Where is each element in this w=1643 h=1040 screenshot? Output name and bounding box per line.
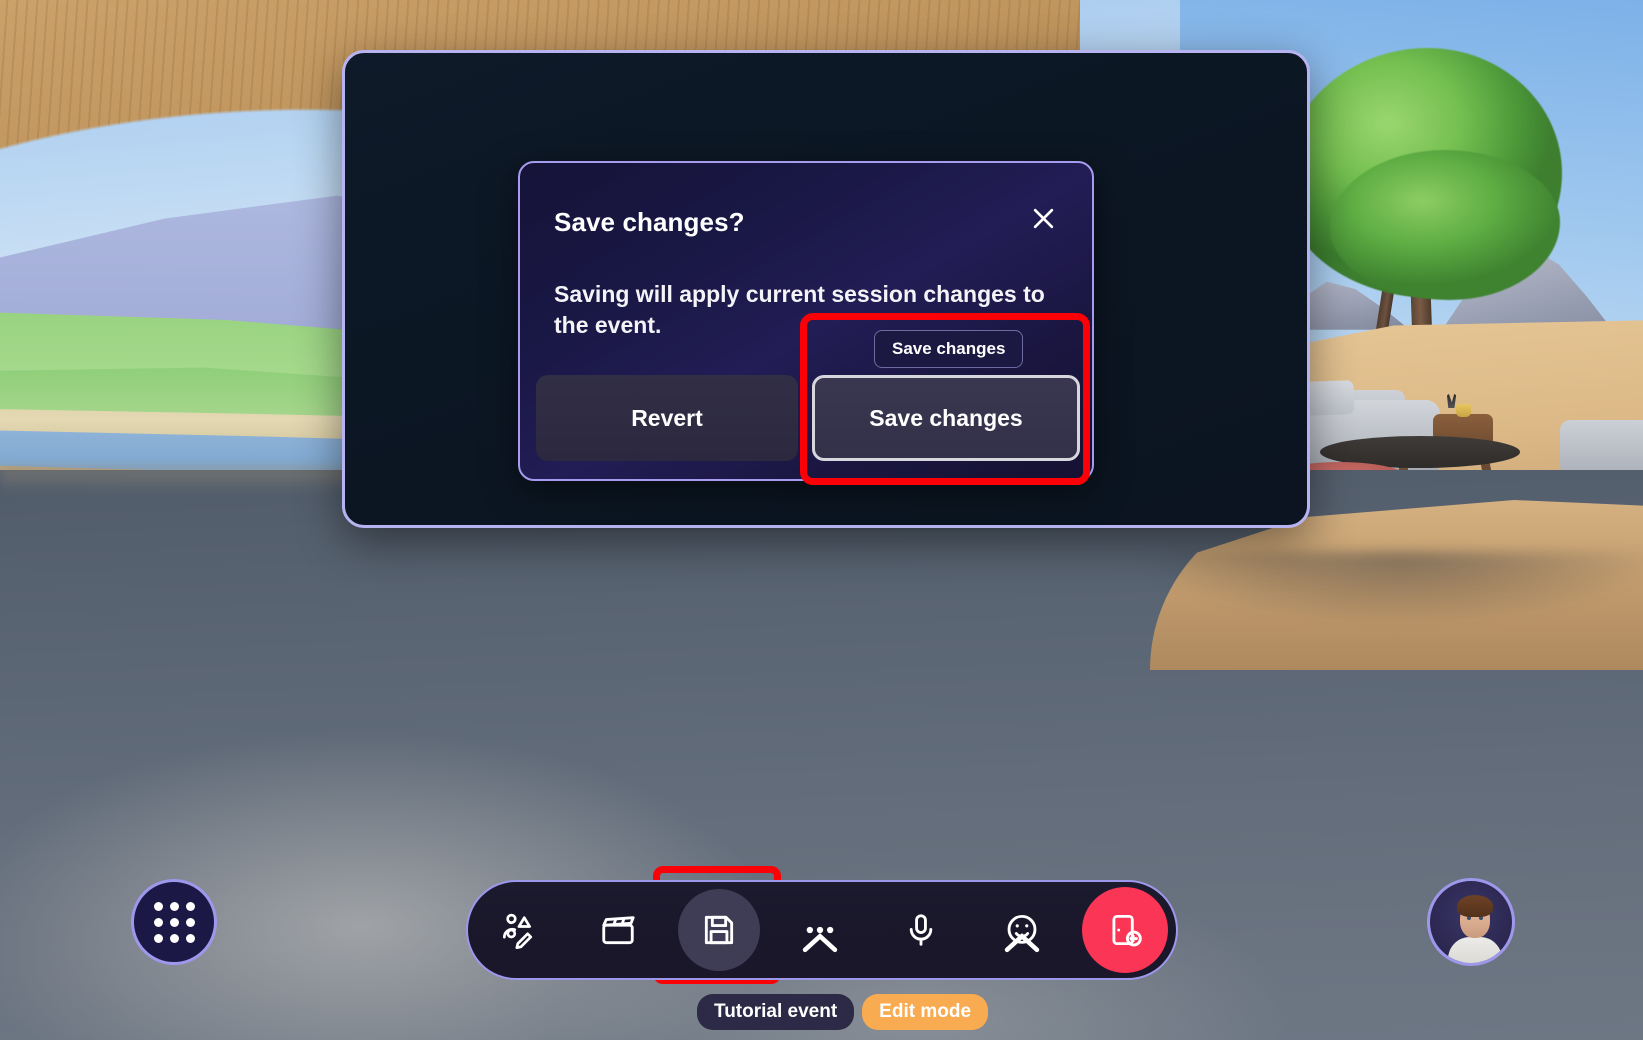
coffee-cup — [1456, 404, 1471, 417]
sofa-right — [1560, 420, 1643, 476]
save-changes-dialog: Save changes? Saving will apply current … — [518, 161, 1094, 481]
bottom-toolbar — [466, 880, 1178, 980]
revert-button[interactable]: Revert — [536, 375, 798, 461]
app-launcher-button[interactable] — [131, 879, 217, 965]
avatar-hair — [1457, 895, 1493, 917]
floppy-save-icon — [704, 915, 734, 945]
tree-canopy-lower — [1330, 150, 1560, 300]
close-icon — [1033, 208, 1053, 228]
deck-shadow — [1140, 552, 1643, 622]
save-changes-tooltip: Save changes — [874, 330, 1024, 368]
status-pill-group: Tutorial event Edit mode — [697, 994, 989, 1030]
door-exit-icon — [1112, 914, 1142, 947]
reactions-button[interactable] — [981, 889, 1063, 971]
microphone-icon — [909, 914, 933, 946]
save-button[interactable] — [678, 889, 760, 971]
app-window: Save changes? Saving will apply current … — [0, 0, 1643, 1040]
avatar-body — [1448, 937, 1502, 963]
save-changes-button[interactable]: Save changes — [812, 375, 1080, 461]
avatar-edit-icon — [502, 913, 533, 949]
grid-dots-icon — [153, 901, 195, 943]
more-options-button[interactable] — [779, 889, 861, 971]
user-avatar[interactable] — [1427, 878, 1515, 966]
clapperboard-icon — [602, 916, 635, 945]
close-dialog-button[interactable] — [1024, 199, 1062, 237]
chevron-up-icon — [802, 933, 838, 953]
avatar-customize-button[interactable] — [476, 889, 558, 971]
chevron-up-icon — [1004, 933, 1040, 953]
leave-button[interactable] — [1082, 887, 1168, 973]
edit-mode-badge: Edit mode — [862, 994, 989, 1030]
scene-clapperboard-button[interactable] — [577, 889, 659, 971]
microphone-button[interactable] — [880, 889, 962, 971]
event-name-badge: Tutorial event — [697, 994, 855, 1030]
dialog-actions: Revert Save changes — [536, 375, 1080, 461]
dialog-title: Save changes? — [554, 207, 745, 237]
dialog-header: Save changes? — [554, 207, 1062, 238]
